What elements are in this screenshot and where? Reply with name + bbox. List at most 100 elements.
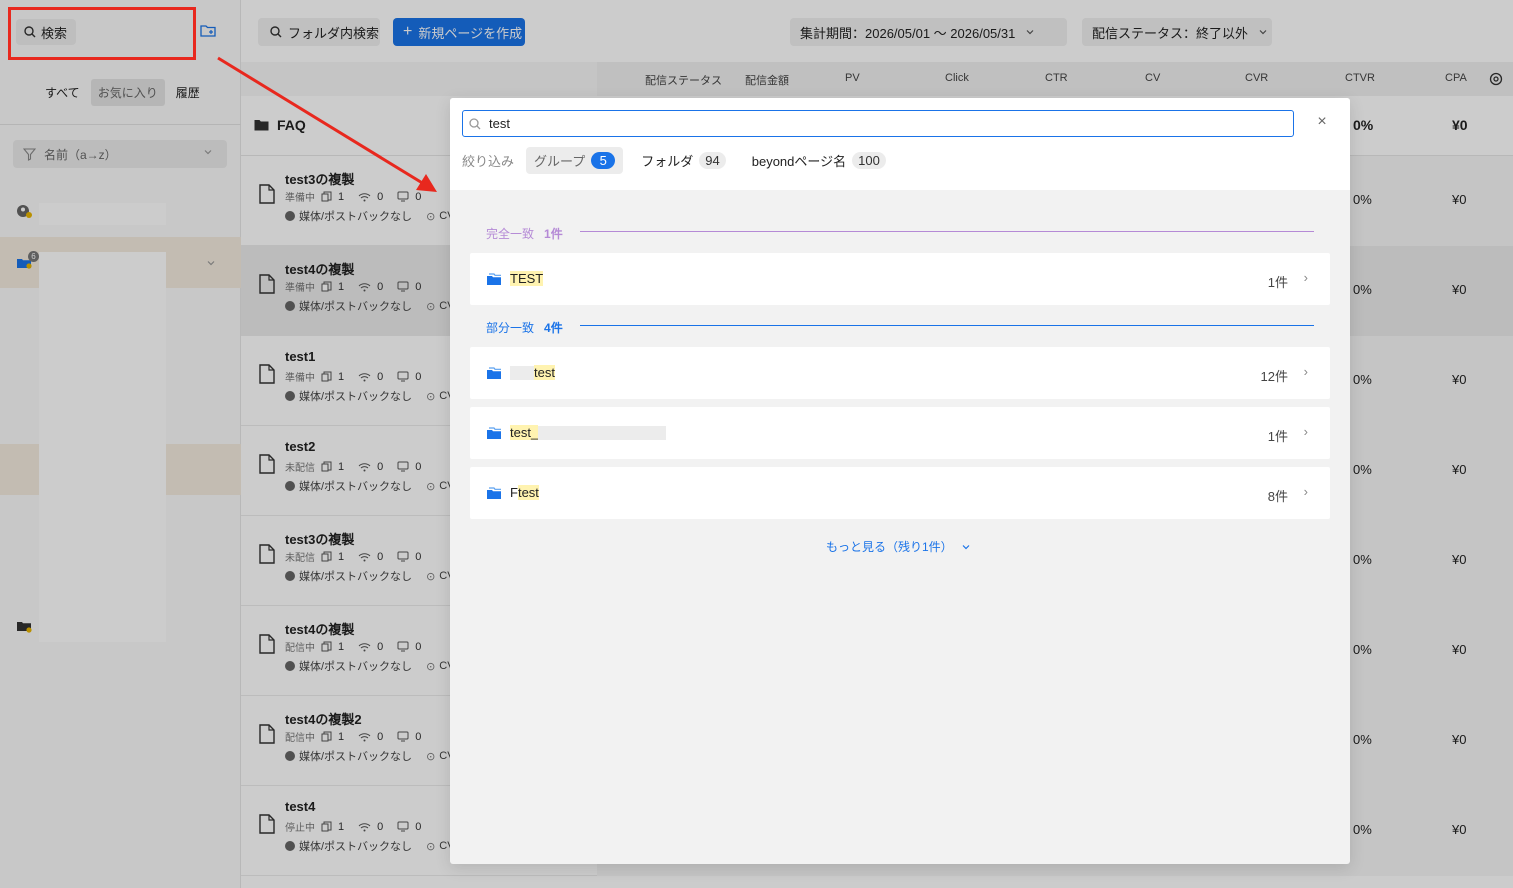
result-item[interactable]: Ftest 8件 ›	[470, 467, 1330, 519]
media-status-icon	[285, 391, 295, 401]
cv-count: 0	[415, 640, 422, 653]
column-header[interactable]: CPA	[1445, 72, 1467, 84]
page-status: 準備中	[285, 283, 315, 294]
page-name[interactable]: test4の複製	[285, 259, 354, 278]
filter-count-badge: 5	[591, 152, 616, 169]
cv-tag-icon: ⊙	[426, 660, 436, 673]
page-media: 媒体/ポストバックなし ⊙ CV	[285, 208, 455, 224]
filter-chip-group[interactable]: グループ 5	[526, 147, 624, 174]
gear-icon[interactable]	[1489, 72, 1503, 86]
result-item[interactable]: test 12件 ›	[470, 347, 1330, 399]
wifi-icon	[358, 732, 371, 741]
copy-icon	[321, 641, 332, 652]
page-icon	[259, 274, 275, 294]
column-header[interactable]: CTVR	[1345, 72, 1375, 84]
tab-history[interactable]: 履歴	[169, 79, 207, 106]
cpa-value: ¥0	[1452, 372, 1467, 387]
column-header[interactable]: PV	[845, 72, 860, 84]
page-meta: 未配信 1 0 0	[285, 459, 429, 475]
page-name[interactable]: test3の複製	[285, 169, 354, 188]
show-more-link[interactable]: もっと見る（残り1件）	[826, 538, 971, 555]
sort-select[interactable]: 名前（a→z）	[13, 140, 227, 168]
cv-icon	[397, 551, 409, 562]
period-select[interactable]: 集計期間：2026/05/01 〜 2026/05/31	[790, 18, 1067, 46]
media-label: 媒体/ポストバックなし	[299, 661, 413, 673]
sidebar-item[interactable]	[0, 195, 241, 231]
page-name[interactable]: test4の複製	[285, 619, 354, 638]
faq-ctr: 0%	[1353, 117, 1374, 133]
cpa-value: ¥0	[1452, 732, 1467, 747]
ctr-value: 0%	[1353, 192, 1372, 207]
page-meta: 配信中 1 0 0	[285, 729, 429, 745]
chevron-down-icon[interactable]	[206, 258, 216, 268]
column-header[interactable]: 配信ステータス	[645, 72, 722, 88]
media-status-icon	[285, 211, 295, 221]
filter-chip-folder[interactable]: フォルダ 94	[633, 147, 733, 174]
section-divider	[580, 231, 1314, 232]
new-page-button[interactable]: + 新規ページを作成	[393, 18, 525, 46]
wifi-icon	[358, 192, 371, 201]
section-partial-match: 部分一致 4件	[486, 319, 563, 336]
folder-add-icon[interactable]	[200, 24, 216, 38]
column-header[interactable]: CV	[1145, 72, 1160, 84]
page-media: 媒体/ポストバックなし ⊙ CV	[285, 838, 455, 854]
cv-tag-icon: ⊙	[426, 210, 436, 223]
folder-count-badge: 6	[28, 251, 39, 262]
plus-icon: +	[403, 23, 413, 40]
close-icon[interactable]: ×	[1314, 114, 1330, 130]
filter-chip-page-name[interactable]: beyondページ名 100	[744, 147, 894, 174]
chevron-down-icon	[1259, 30, 1267, 35]
result-item[interactable]: TEST 1件 ›	[470, 253, 1330, 305]
folder-search-button[interactable]: フォルダ内検索	[258, 18, 380, 46]
tab-favorites[interactable]: お気に入り	[90, 79, 165, 106]
table-header	[241, 62, 1513, 96]
page-status: 停止中	[285, 823, 315, 834]
column-header[interactable]: 配信金額	[745, 72, 789, 88]
page-name[interactable]: test4	[285, 799, 315, 814]
page-name[interactable]: test1	[285, 349, 315, 364]
folder-faq[interactable]: FAQ	[254, 117, 306, 133]
user-favorite-icon	[17, 205, 32, 218]
page-media: 媒体/ポストバックなし ⊙ CV	[285, 478, 455, 494]
page-meta: 準備中 1 0 0	[285, 369, 429, 385]
page-name[interactable]: test3の複製	[285, 529, 354, 548]
column-header[interactable]: CVR	[1245, 72, 1268, 84]
result-item[interactable]: test_ 1件 ›	[470, 407, 1330, 459]
page-icon	[259, 634, 275, 654]
folder-favorite-icon[interactable]	[16, 619, 32, 633]
cv-tag-icon: ⊙	[426, 300, 436, 313]
page-count: 1	[338, 550, 345, 563]
search-field[interactable]	[462, 110, 1294, 137]
ctr-value: 0%	[1353, 732, 1372, 747]
media-label: 媒体/ポストバックなし	[299, 841, 413, 853]
cpa-value: ¥0	[1452, 822, 1467, 837]
signal-count: 0	[377, 280, 384, 293]
signal-count: 0	[377, 370, 384, 383]
result-name-match: test_	[510, 425, 539, 440]
page-count: 1	[338, 730, 345, 743]
media-label: 媒体/ポストバックなし	[299, 211, 413, 223]
cv-icon	[397, 371, 409, 382]
column-header[interactable]: CTR	[1045, 72, 1068, 84]
column-header[interactable]: Click	[945, 72, 969, 84]
filter-icon	[23, 147, 36, 161]
media-status-icon	[285, 661, 295, 671]
sidebar-tabs: すべて お気に入り 履歴	[38, 79, 207, 106]
group-folder-icon	[487, 487, 501, 499]
search-input[interactable]	[489, 116, 1269, 131]
page-count: 1	[338, 640, 345, 653]
status-filter-select[interactable]: 配信ステータス：終了以外	[1082, 18, 1272, 46]
ctr-value: 0%	[1353, 642, 1372, 657]
copy-icon	[321, 821, 332, 832]
tab-all[interactable]: すべて	[38, 79, 87, 106]
page-name[interactable]: test4の複製2	[285, 709, 362, 728]
page-status: 準備中	[285, 373, 315, 384]
search-modal-header: × 絞り込み グループ 5 フォルダ 94 beyondページ名 100	[450, 98, 1350, 190]
ctr-value: 0%	[1353, 372, 1372, 387]
cv-count: 0	[415, 190, 422, 203]
redacted-text	[510, 365, 534, 380]
search-icon	[469, 117, 481, 129]
wifi-icon	[358, 372, 371, 381]
page-name[interactable]: test2	[285, 439, 315, 454]
status-filter-label: 配信ステータス：終了以外	[1092, 25, 1249, 41]
